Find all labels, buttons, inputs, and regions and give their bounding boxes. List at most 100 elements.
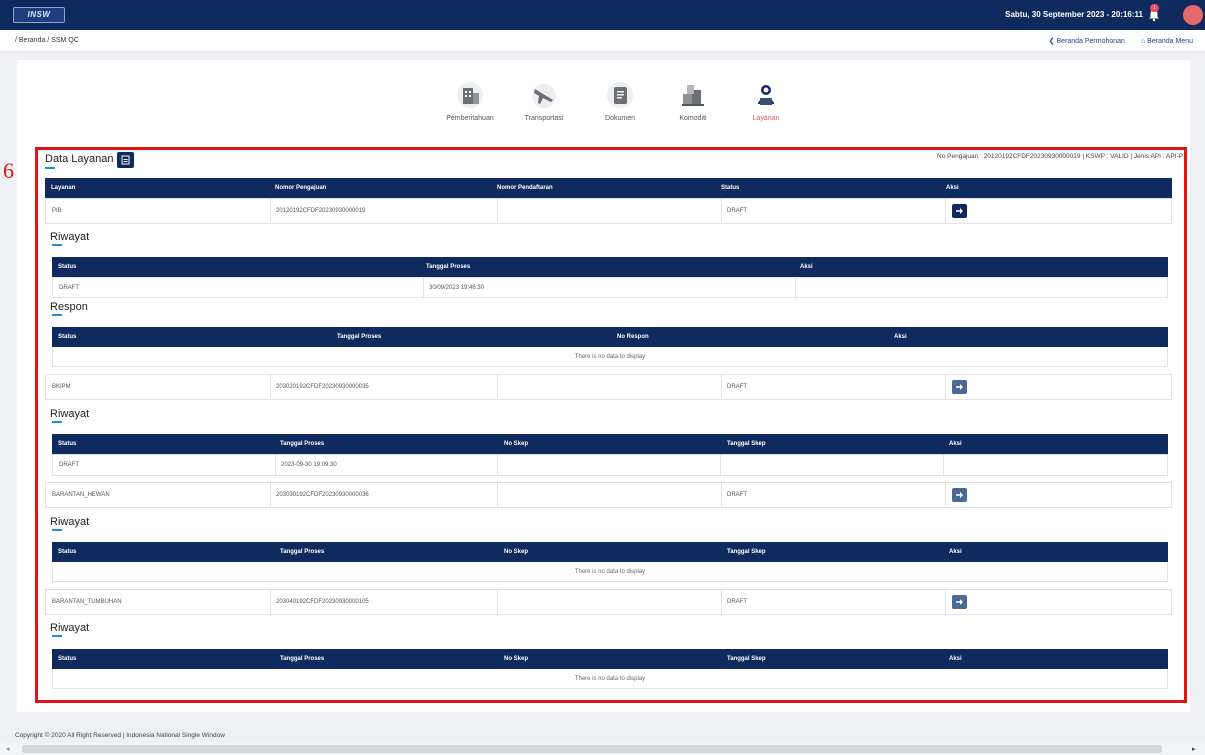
user-avatar[interactable] <box>1183 5 1203 25</box>
riwayat-table-header: Status Tanggal Proses Aksi <box>52 257 1168 277</box>
col-tanggal-proses: Tanggal Proses <box>337 334 382 340</box>
col-tanggal-proses: Tanggal Proses <box>280 549 325 555</box>
cell-nomor-pengajuan: 203040192CFDF20230930000105 <box>276 599 369 605</box>
col-layanan: Layanan <box>51 185 76 191</box>
arrow-right-icon <box>956 208 963 214</box>
col-nomor-pengajuan: Nomor Pengajuan <box>275 185 327 191</box>
step-komoditi[interactable]: Komoditi <box>653 80 733 122</box>
cell-layanan: PIB <box>52 208 62 214</box>
empty-message: There is no data to display <box>52 669 1168 689</box>
step-pemberitahuan[interactable]: Pemberitahuan <box>430 80 510 122</box>
col-tanggal-proses: Tanggal Proses <box>280 656 325 662</box>
footer-copyright: Copyright © 2020 All Right Reserved | In… <box>15 732 225 739</box>
document-icon <box>121 155 130 165</box>
table-row: DRAFT 2023-09-30 19:09:30 <box>52 454 1168 476</box>
title-underline <box>52 314 62 316</box>
cell-layanan: BKIPM <box>52 384 71 390</box>
cell-tanggal-proses: 2023-09-30 19:09:30 <box>281 462 337 468</box>
col-nomor-pendaftaran: Nomor Pendaftaran <box>497 185 553 191</box>
empty-message: There is no data to display <box>52 347 1168 367</box>
highlight-box <box>35 147 1187 703</box>
cell-status: DRAFT <box>59 285 79 291</box>
col-status: Status <box>721 185 740 191</box>
riwayat-title: Riwayat <box>50 516 90 528</box>
col-no-respon: No Respon <box>617 334 649 340</box>
insw-logo[interactable]: INSW <box>13 7 65 23</box>
title-underline <box>52 244 62 246</box>
annotation-marker: 6 <box>3 158 14 183</box>
cell-layanan: BARANTAN_HEWAN <box>52 492 110 498</box>
step-label: Layanan <box>752 115 780 122</box>
col-aksi: Aksi <box>949 549 962 555</box>
action-button[interactable] <box>952 488 967 502</box>
col-status: Status <box>58 264 77 270</box>
arrow-right-icon <box>956 492 963 498</box>
cell-status: DRAFT <box>727 384 747 390</box>
step-label: Dokumen <box>605 115 635 122</box>
riwayat-title: Riwayat <box>50 622 90 634</box>
data-layanan-title: Data Layanan <box>45 153 114 165</box>
col-no-skep: No Skep <box>504 441 529 447</box>
title-underline <box>52 421 62 423</box>
respon-title: Respon <box>50 301 88 313</box>
beranda-permohonan-link[interactable]: ❮ Beranda Permohonan <box>1049 38 1125 45</box>
datetime-display: Sabtu, 30 September 2023 - 20:16:11 <box>1005 10 1143 19</box>
cell-tanggal-proses: 30/09/2023 19:46:30 <box>429 285 485 291</box>
table-row: DRAFT 30/09/2023 19:46:30 <box>52 277 1168 298</box>
scroll-right-icon[interactable]: ▸ <box>1192 745 1196 753</box>
riwayat-title: Riwayat <box>50 231 90 243</box>
step-layanan[interactable]: Layanan <box>726 80 806 122</box>
document-icon <box>607 82 633 108</box>
cell-status: DRAFT <box>727 492 747 498</box>
scroll-left-icon[interactable]: ◂ <box>6 745 10 753</box>
cell-status: DRAFT <box>727 599 747 605</box>
top-bar: INSW Sabtu, 30 September 2023 - 20:16:11… <box>0 0 1205 30</box>
cell-nomor-pengajuan: 203030192CFDF20230930000036 <box>276 492 369 498</box>
col-status: Status <box>58 334 77 340</box>
col-aksi: Aksi <box>894 334 907 340</box>
riwayat-table-header: Status Tanggal Proses No Skep Tanggal Sk… <box>52 542 1168 562</box>
col-no-skep: No Skep <box>504 656 529 662</box>
pengajuan-info: No Pengajuan : 20120192CFDF2023093000001… <box>937 153 1183 160</box>
notification-badge: 1 <box>1150 4 1159 12</box>
col-tanggal-skep: Tanggal Skep <box>727 656 766 662</box>
sub-bar: / Beranda / SSM QC ❮ Beranda Permohonan … <box>0 30 1205 52</box>
col-aksi: Aksi <box>949 656 962 662</box>
action-button[interactable] <box>952 380 967 394</box>
horizontal-scrollbar[interactable]: ◂ ▸ <box>0 743 1205 755</box>
cell-nomor-pengajuan: 203020192CFDF20230930000035 <box>276 384 369 390</box>
table-row: BARANTAN_HEWAN 203030192CFDF202309300000… <box>45 482 1172 508</box>
step-label: Transportasi <box>524 115 564 122</box>
table-row: BKIPM 203020192CFDF20230930000035 DRAFT <box>45 374 1172 400</box>
cell-status: DRAFT <box>59 462 79 468</box>
pdf-button[interactable] <box>117 152 134 168</box>
plane-icon <box>532 84 556 108</box>
action-button[interactable] <box>952 204 967 218</box>
top-links: ❮ Beranda Permohonan ⌂ Beranda Menu <box>1035 37 1193 45</box>
arrow-right-icon <box>956 384 963 390</box>
col-tanggal-skep: Tanggal Skep <box>727 441 766 447</box>
riwayat-table-header: Status Tanggal Proses No Skep Tanggal Sk… <box>52 649 1168 669</box>
col-status: Status <box>58 656 77 662</box>
action-button[interactable] <box>952 595 967 609</box>
empty-message: There is no data to display <box>52 562 1168 582</box>
scrollbar-thumb[interactable] <box>22 745 1162 753</box>
col-aksi: Aksi <box>949 441 962 447</box>
breadcrumb: / Beranda / SSM QC <box>15 37 79 44</box>
step-dokumen[interactable]: Dokumen <box>580 80 660 122</box>
arrow-right-icon <box>956 599 963 605</box>
logo-text: INSW <box>27 10 51 19</box>
col-aksi: Aksi <box>946 185 959 191</box>
main-table-header: Layanan Nomor Pengajuan Nomor Pendaftara… <box>45 178 1172 198</box>
col-aksi: Aksi <box>800 264 813 270</box>
building-icon <box>457 82 483 108</box>
title-underline <box>52 529 62 531</box>
cell-layanan: BARANTAN_TUMBUHAN <box>52 599 122 605</box>
step-wizard: Pemberitahuan Transportasi Dokumen Komod… <box>17 80 1190 140</box>
cell-nomor-pengajuan: 20120192CFDF20230930000019 <box>276 208 366 214</box>
table-row: PIB 20120192CFDF20230930000019 DRAFT <box>45 198 1172 224</box>
col-status: Status <box>58 441 77 447</box>
col-status: Status <box>58 549 77 555</box>
step-transportasi[interactable]: Transportasi <box>504 80 584 122</box>
beranda-menu-link[interactable]: ⌂ Beranda Menu <box>1141 38 1193 45</box>
